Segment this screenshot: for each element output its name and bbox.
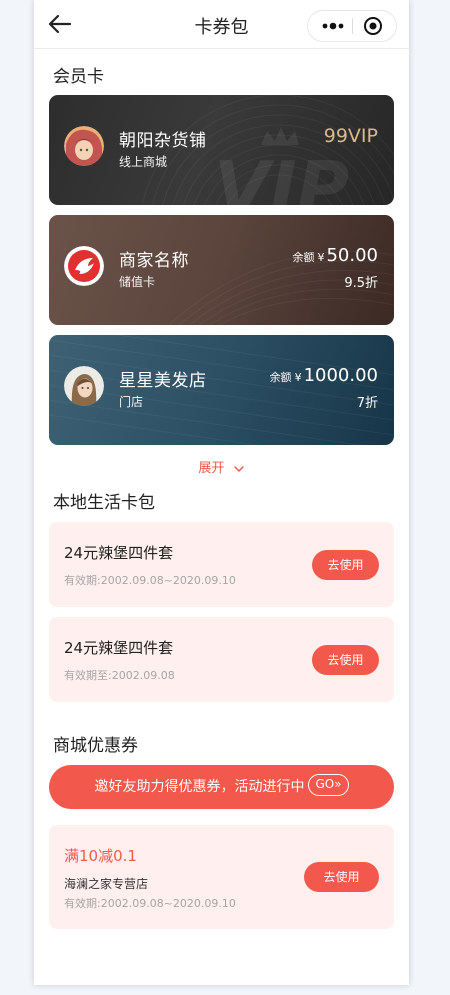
card-name: 商家名称 bbox=[119, 251, 189, 271]
card-balance: 余额 ¥1000.00 bbox=[270, 365, 378, 386]
coupon-title: 满10减0.1 bbox=[64, 847, 137, 865]
chevron-down-icon bbox=[233, 465, 244, 472]
section-title-mall-coupons: 商城优惠券 bbox=[53, 736, 138, 756]
balance-amount: 1000.00 bbox=[303, 365, 378, 386]
more-dots-icon[interactable] bbox=[318, 11, 348, 41]
use-coupon-button[interactable]: 去使用 bbox=[304, 862, 379, 892]
capsule-divider bbox=[352, 18, 353, 34]
local-coupon-2: 24元辣堡四件套 有效期至:2002.09.08 去使用 bbox=[49, 617, 394, 702]
balance-label: 余额 bbox=[292, 251, 315, 264]
card-name: 星星美发店 bbox=[119, 371, 207, 391]
coupon-title: 24元辣堡四件套 bbox=[64, 544, 174, 562]
go-badge: GO» bbox=[308, 774, 349, 796]
card-subtitle: 门店 bbox=[119, 395, 144, 409]
expand-toggle[interactable]: 展开 bbox=[34, 457, 409, 476]
card-balance: 余额 ¥50.00 bbox=[292, 245, 378, 266]
avatar bbox=[64, 126, 104, 166]
section-title-local-life: 本地生活卡包 bbox=[53, 493, 155, 513]
member-card-vip[interactable]: VIP 朝阳杂货铺 线上商城 99VIP bbox=[49, 95, 394, 205]
coupon-shop-name: 海澜之家专营店 bbox=[64, 877, 149, 891]
card-name: 朝阳杂货铺 bbox=[119, 131, 207, 151]
vip-watermark: VIP bbox=[214, 146, 349, 205]
card-subtitle: 储值卡 bbox=[119, 275, 156, 289]
currency-symbol: ¥ bbox=[317, 251, 325, 264]
invite-friends-banner[interactable]: 邀好友助力得优惠券，活动进行中 GO» bbox=[49, 765, 394, 809]
mall-coupon-card: 满10减0.1 海澜之家专营店 有效期:2002.09.08~2020.09.1… bbox=[49, 825, 394, 929]
menu-capsule bbox=[307, 10, 397, 42]
card-discount: 9.5折 bbox=[344, 276, 378, 291]
target-circle-icon[interactable] bbox=[362, 15, 384, 37]
member-card-salon[interactable]: 星星美发店 门店 余额 ¥1000.00 7折 bbox=[49, 335, 394, 445]
section-title-member-cards: 会员卡 bbox=[53, 67, 104, 87]
expand-label: 展开 bbox=[198, 461, 225, 476]
use-coupon-button[interactable]: 去使用 bbox=[312, 645, 379, 675]
card-discount: 7折 bbox=[356, 396, 378, 411]
member-card-merchant[interactable]: 商家名称 储值卡 余额 ¥50.00 9.5折 bbox=[49, 215, 394, 325]
invite-banner-text: 邀好友助力得优惠券，活动进行中 bbox=[94, 779, 305, 795]
crown-icon bbox=[261, 127, 299, 145]
phone-screen: 卡券包 会员卡 VIP 朝阳杂货铺 线上商城 99VIP 商家名称 储值卡 余额… bbox=[34, 0, 409, 985]
coupon-validity: 有效期:2002.09.08~2020.09.10 bbox=[64, 574, 236, 587]
balance-label: 余额 bbox=[269, 371, 292, 384]
merchant-logo bbox=[64, 246, 104, 286]
coupon-title: 24元辣堡四件套 bbox=[64, 639, 174, 657]
local-coupon-1: 24元辣堡四件套 有效期:2002.09.08~2020.09.10 去使用 bbox=[49, 522, 394, 607]
coupon-validity: 有效期:2002.09.08~2020.09.10 bbox=[64, 897, 236, 910]
vip-badge: 99VIP bbox=[323, 125, 378, 147]
balance-amount: 50.00 bbox=[326, 245, 378, 266]
card-subtitle: 线上商城 bbox=[119, 155, 168, 169]
use-coupon-button[interactable]: 去使用 bbox=[312, 550, 379, 580]
nav-header: 卡券包 bbox=[34, 0, 409, 49]
coupon-validity: 有效期至:2002.09.08 bbox=[64, 669, 175, 682]
currency-symbol: ¥ bbox=[294, 371, 302, 384]
avatar bbox=[64, 366, 104, 406]
